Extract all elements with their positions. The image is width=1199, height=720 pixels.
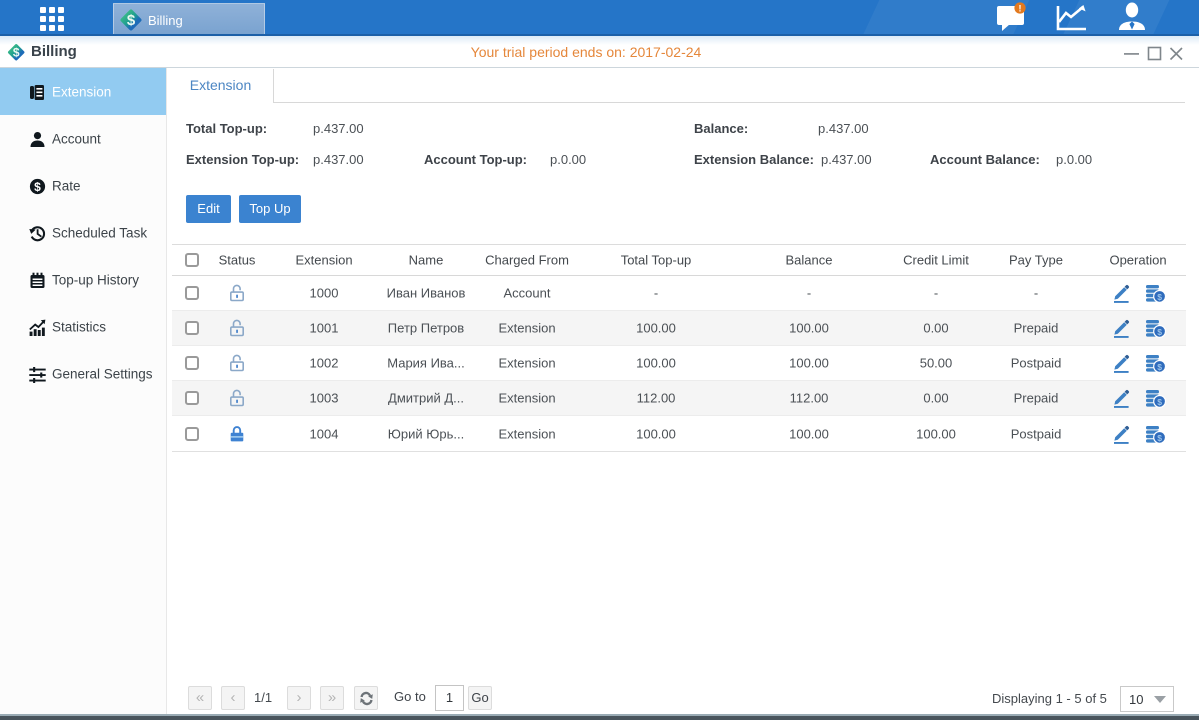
svg-text:!: ! bbox=[1019, 3, 1022, 13]
svg-text:$: $ bbox=[1157, 327, 1162, 337]
svg-text:$: $ bbox=[127, 12, 136, 29]
svg-text:$: $ bbox=[34, 180, 41, 194]
svg-text:$: $ bbox=[1157, 292, 1162, 302]
svg-text:$: $ bbox=[1157, 433, 1162, 443]
svg-text:$: $ bbox=[1157, 362, 1162, 372]
svg-text:$: $ bbox=[1157, 397, 1162, 407]
